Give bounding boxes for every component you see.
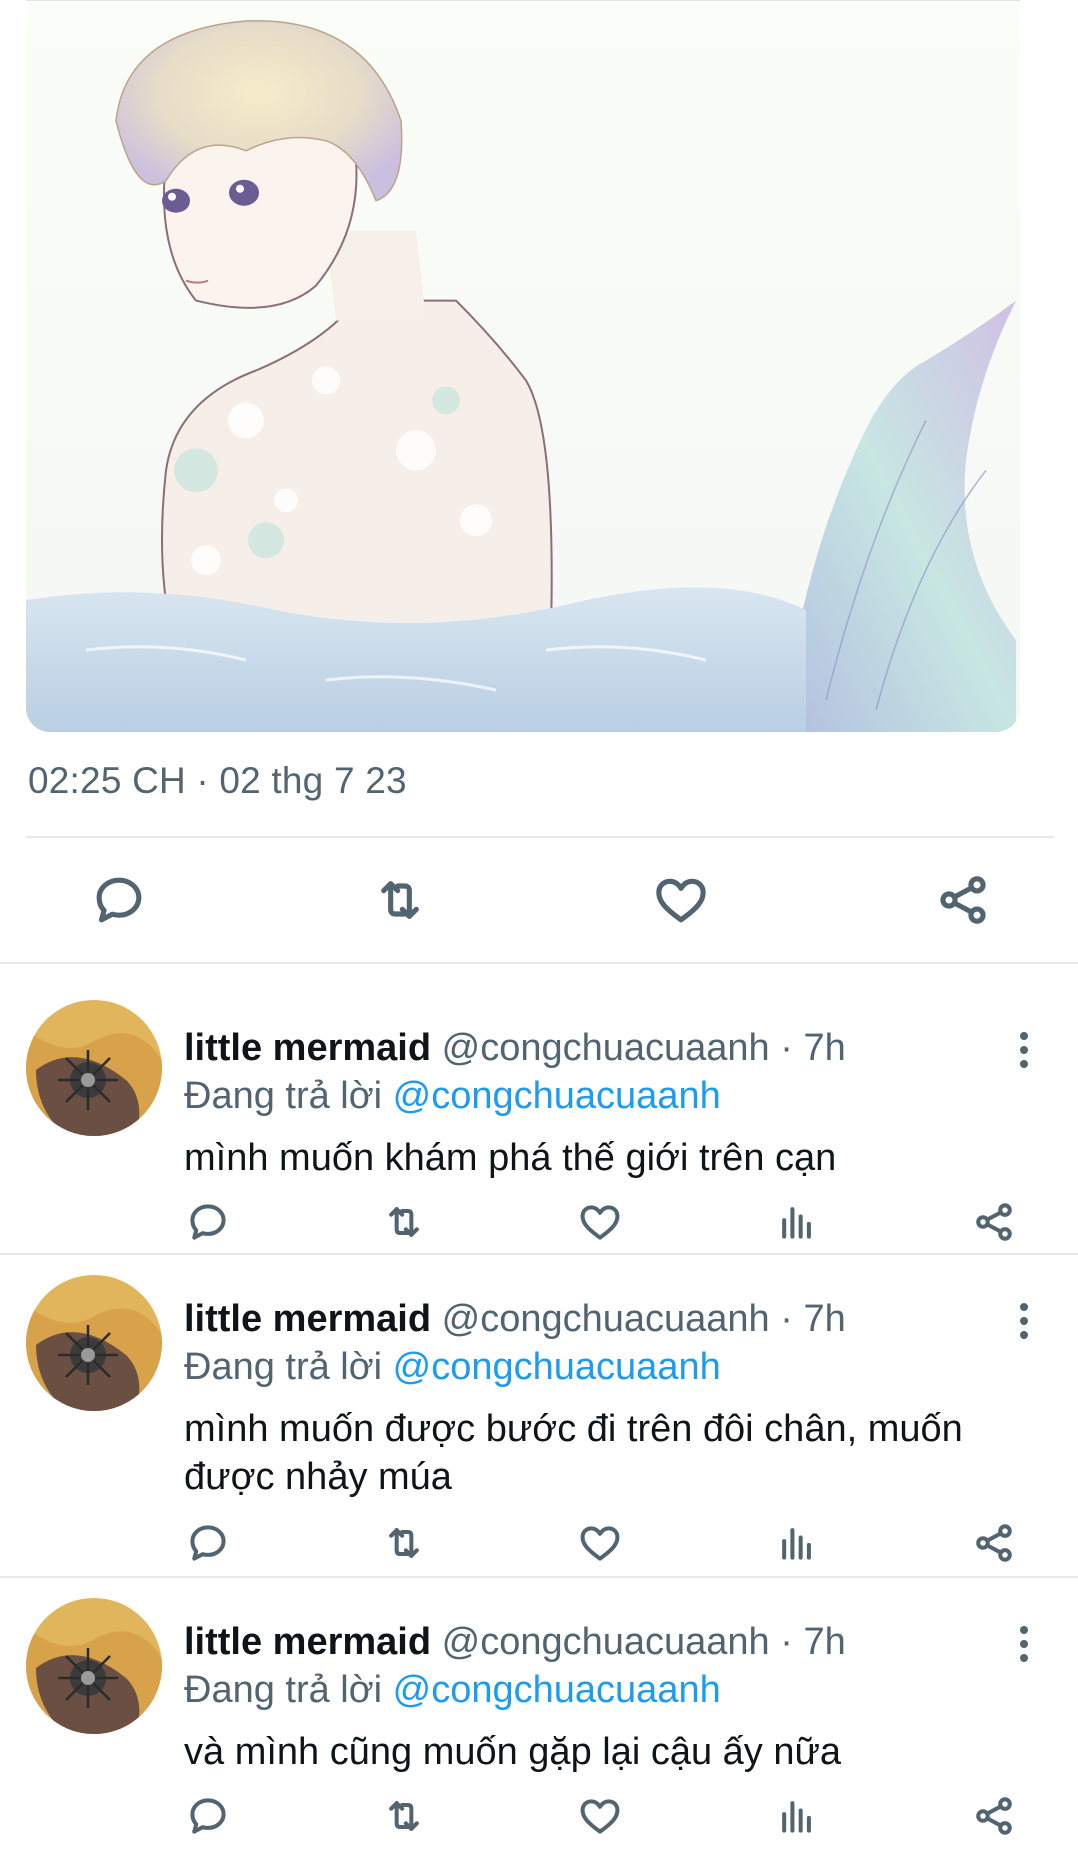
- retweet-button[interactable]: [374, 1192, 434, 1252]
- replying-to-prefix: Đang trả lời: [184, 1669, 383, 1711]
- reply-text: và mình cũng muốn gặp lại cậu ấy nữa: [184, 1731, 842, 1773]
- separator-dot: ·: [780, 1298, 793, 1340]
- share-icon: [940, 876, 986, 924]
- retweet-button[interactable]: [365, 868, 435, 932]
- reply-text: mình muốn được bước đi trên đôi chân, mu…: [184, 1408, 963, 1498]
- heart-icon: [656, 878, 706, 923]
- views-button[interactable]: [767, 1513, 827, 1573]
- reply-icon: [96, 877, 142, 923]
- mention-link[interactable]: @congchuacuaanh: [393, 1669, 721, 1711]
- user-handle[interactable]: @congchuacuaanh: [442, 1621, 770, 1663]
- reply-icon: [190, 1798, 226, 1834]
- retweet-button[interactable]: [374, 1786, 434, 1846]
- more-dot: [1020, 1626, 1028, 1634]
- share-button[interactable]: [928, 868, 998, 932]
- more-options-button[interactable]: [1004, 1614, 1044, 1674]
- reply-tweet[interactable]: little mermaid @congchuacuaanh · 7h Đang…: [0, 1255, 1078, 1575]
- reply-icon: [190, 1204, 226, 1240]
- more-dot: [1020, 1032, 1028, 1040]
- more-dot: [1020, 1303, 1028, 1311]
- like-button[interactable]: [570, 1192, 630, 1252]
- reply-header: little mermaid @congchuacuaanh · 7h: [184, 1620, 846, 1664]
- tweet-media-image[interactable]: [26, 0, 1020, 732]
- more-options-button[interactable]: [1004, 1020, 1044, 1080]
- more-dot: [1020, 1654, 1028, 1662]
- mention-link[interactable]: @congchuacuaanh: [393, 1075, 721, 1117]
- reply-action-bar: [0, 1786, 1078, 1846]
- tweet-action-bar: [0, 838, 1078, 962]
- reply-tweet[interactable]: little mermaid @congchuacuaanh · 7h Đang…: [0, 1578, 1078, 1849]
- views-button[interactable]: [767, 1786, 827, 1846]
- share-button[interactable]: [964, 1192, 1024, 1252]
- replying-to: Đang trả lời @congchuacuaanh: [184, 1345, 721, 1389]
- reply-button[interactable]: [178, 1192, 238, 1252]
- user-handle[interactable]: @congchuacuaanh: [442, 1027, 770, 1069]
- like-button[interactable]: [646, 868, 716, 932]
- share-icon: [976, 1797, 1012, 1835]
- reply-time[interactable]: 7h: [803, 1621, 845, 1663]
- avatar-image: [26, 1275, 162, 1411]
- more-dot: [1020, 1060, 1028, 1068]
- reply-header: little mermaid @congchuacuaanh · 7h: [184, 1297, 846, 1341]
- more-dot: [1020, 1317, 1028, 1325]
- avatar-image: [26, 1000, 162, 1136]
- retweet-button[interactable]: [374, 1513, 434, 1573]
- share-icon: [976, 1203, 1012, 1241]
- reply-button[interactable]: [178, 1513, 238, 1573]
- user-handle[interactable]: @congchuacuaanh: [442, 1298, 770, 1340]
- more-options-button[interactable]: [1004, 1291, 1044, 1351]
- avatar[interactable]: [26, 1598, 162, 1734]
- reply-icon: [190, 1525, 226, 1561]
- reply-time[interactable]: 7h: [803, 1298, 845, 1340]
- display-name[interactable]: little mermaid: [184, 1027, 431, 1069]
- more-dot: [1020, 1331, 1028, 1339]
- more-dot: [1020, 1046, 1028, 1054]
- reply-header: little mermaid @congchuacuaanh · 7h: [184, 1026, 846, 1070]
- analytics-icon: [782, 1207, 811, 1239]
- like-button[interactable]: [570, 1786, 630, 1846]
- reply-button[interactable]: [84, 868, 154, 932]
- avatar-image: [26, 1598, 162, 1734]
- retweet-icon: [389, 1207, 419, 1237]
- share-button[interactable]: [964, 1786, 1024, 1846]
- replying-to: Đang trả lời @congchuacuaanh: [184, 1668, 721, 1712]
- tweet-timestamp[interactable]: 02:25 CH · 02 thg 7 23: [28, 760, 407, 802]
- heart-icon: [580, 1526, 620, 1561]
- display-name[interactable]: little mermaid: [184, 1621, 431, 1663]
- views-button[interactable]: [767, 1192, 827, 1252]
- mention-link[interactable]: @congchuacuaanh: [393, 1346, 721, 1388]
- reply-time[interactable]: 7h: [803, 1027, 845, 1069]
- retweet-icon: [381, 881, 419, 919]
- analytics-icon: [782, 1528, 811, 1560]
- heart-icon: [580, 1799, 620, 1834]
- avatar[interactable]: [26, 1000, 162, 1136]
- reply-button[interactable]: [178, 1786, 238, 1846]
- separator-dot: ·: [780, 1621, 793, 1663]
- retweet-icon: [389, 1801, 419, 1831]
- replying-to: Đang trả lời @congchuacuaanh: [184, 1074, 721, 1118]
- reply-action-bar: [0, 1513, 1078, 1573]
- display-name[interactable]: little mermaid: [184, 1298, 431, 1340]
- reply-tweet[interactable]: little mermaid @congchuacuaanh · 7h Đang…: [0, 964, 1078, 1252]
- retweet-icon: [389, 1528, 419, 1558]
- heart-icon: [580, 1205, 620, 1240]
- avatar[interactable]: [26, 1275, 162, 1411]
- like-button[interactable]: [570, 1513, 630, 1573]
- share-button[interactable]: [964, 1513, 1024, 1573]
- more-dot: [1020, 1640, 1028, 1648]
- replying-to-prefix: Đang trả lời: [184, 1346, 383, 1388]
- separator-dot: ·: [780, 1027, 793, 1069]
- analytics-icon: [782, 1801, 811, 1833]
- reply-action-bar: [0, 1192, 1078, 1252]
- share-icon: [976, 1524, 1012, 1562]
- reply-text: mình muốn khám phá thế giới trên cạn: [184, 1137, 837, 1179]
- replying-to-prefix: Đang trả lời: [184, 1075, 383, 1117]
- merman-illustration: [26, 1, 1020, 732]
